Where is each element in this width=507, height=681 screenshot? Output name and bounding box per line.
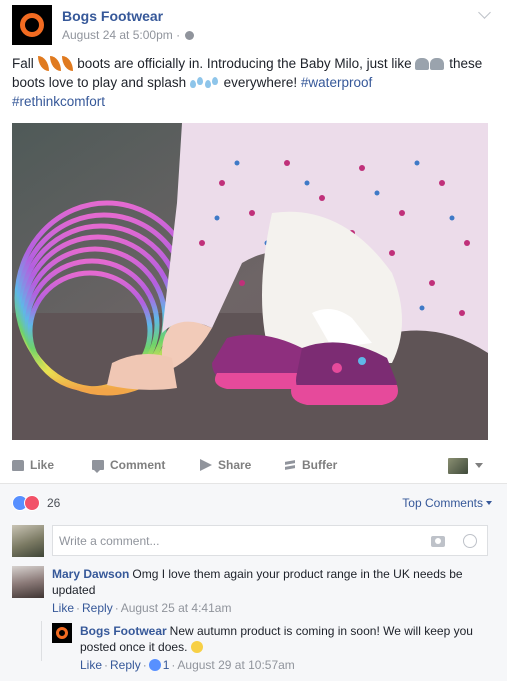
buffer-button[interactable]: Buffer	[284, 458, 337, 472]
post-meta: August 24 at 5:00pm ·	[62, 28, 195, 42]
post-photo[interactable]	[12, 123, 488, 440]
page-avatar[interactable]	[12, 5, 52, 45]
share-label: Share	[218, 458, 252, 472]
buffer-icon	[284, 460, 296, 471]
chevron-down-icon[interactable]	[478, 6, 491, 19]
caret-down-icon	[486, 501, 492, 505]
reply-reply-link[interactable]: Reply	[110, 658, 141, 672]
post-header: Bogs Footwear August 24 at 5:00pm ·	[12, 4, 495, 45]
comment-body: Mary Dawson Omg I love them again your pr…	[52, 566, 482, 616]
reactions-summary: 26 Top Comments	[12, 494, 494, 512]
comment-reply-link[interactable]: Reply	[82, 601, 113, 615]
fallen-leaf-icon	[37, 56, 49, 71]
camera-icon[interactable]	[431, 536, 445, 547]
write-comment-row	[12, 525, 488, 557]
buffer-label: Buffer	[302, 458, 338, 472]
comment-timestamp[interactable]: August 25 at 4:41am	[121, 601, 232, 615]
post-text-part: everywhere!	[219, 75, 301, 90]
viewer-avatar	[12, 525, 44, 557]
comments-section: 26 Top Comments Mary DawsonOmg I love th…	[0, 483, 507, 681]
top-comments-label: Top Comments	[402, 496, 483, 510]
share-button[interactable]: Share	[200, 458, 251, 472]
reply-timestamp[interactable]: August 29 at 10:57am	[177, 658, 294, 672]
comment-actions: Like · Reply · August 25 at 4:41am	[52, 601, 232, 615]
commenter-name-link[interactable]: Mary Dawson	[52, 567, 129, 581]
page-name-link[interactable]: Bogs Footwear	[62, 8, 163, 24]
smile-emoji-icon	[190, 641, 203, 653]
comment-like-link[interactable]: Like	[52, 601, 74, 615]
facebook-post: Bogs Footwear August 24 at 5:00pm · Fall…	[0, 0, 507, 681]
reply-thread-line	[41, 621, 42, 661]
reply-like-link[interactable]: Like	[80, 658, 102, 672]
thumbs-up-icon	[12, 459, 24, 471]
post-timestamp[interactable]: August 24 at 5:00pm	[62, 28, 173, 42]
reaction-count[interactable]: 26	[47, 496, 60, 510]
fallen-leaf-icon	[49, 56, 61, 71]
bogs-logo-icon	[56, 627, 68, 639]
post-text-part: Fall	[12, 56, 38, 71]
sticker-icon[interactable]	[463, 534, 477, 548]
post-actions: Like Comment Share Buffer	[12, 452, 488, 482]
replier-name-link[interactable]: Bogs Footwear	[80, 624, 167, 638]
reply-body: Bogs Footwear New autumn product is comin…	[80, 623, 480, 673]
page-reply-avatar[interactable]	[52, 623, 72, 643]
meta-separator: ·	[176, 28, 181, 42]
comment-label: Comment	[110, 458, 166, 472]
like-count-icon	[148, 659, 161, 671]
globe-icon	[185, 31, 195, 40]
photo-illustration	[12, 123, 488, 440]
caret-down-icon[interactable]	[475, 463, 483, 468]
sweat-droplets-icon	[189, 77, 204, 89]
post-text-part: boots are officially in. Introducing the…	[73, 56, 416, 71]
elephant-icon	[430, 58, 445, 70]
actor-avatar-selector[interactable]	[448, 458, 468, 474]
comment-button[interactable]: Comment	[92, 458, 166, 473]
bogs-logo-icon	[20, 13, 44, 37]
comment-box[interactable]	[52, 525, 488, 556]
hashtag-link[interactable]: #rethinkcomfort	[12, 94, 105, 109]
post-text: Fall boots are officially in. Introducin…	[12, 54, 492, 111]
commenter-avatar[interactable]	[12, 566, 44, 598]
top-comments-dropdown[interactable]: Top Comments	[402, 496, 492, 510]
comment-input[interactable]	[53, 526, 413, 555]
like-label: Like	[30, 458, 55, 472]
sweat-droplets-icon	[204, 77, 219, 89]
elephant-icon	[415, 58, 430, 70]
love-reaction-icon[interactable]	[24, 495, 40, 511]
fallen-leaf-icon	[61, 56, 73, 71]
reply-actions: Like · Reply · 1 · August 29 at 10:57am	[80, 658, 295, 672]
like-button[interactable]: Like	[12, 458, 54, 472]
share-arrow-icon	[200, 459, 212, 471]
comment-icon	[92, 460, 104, 473]
hashtag-link[interactable]: #waterproof	[301, 75, 372, 90]
